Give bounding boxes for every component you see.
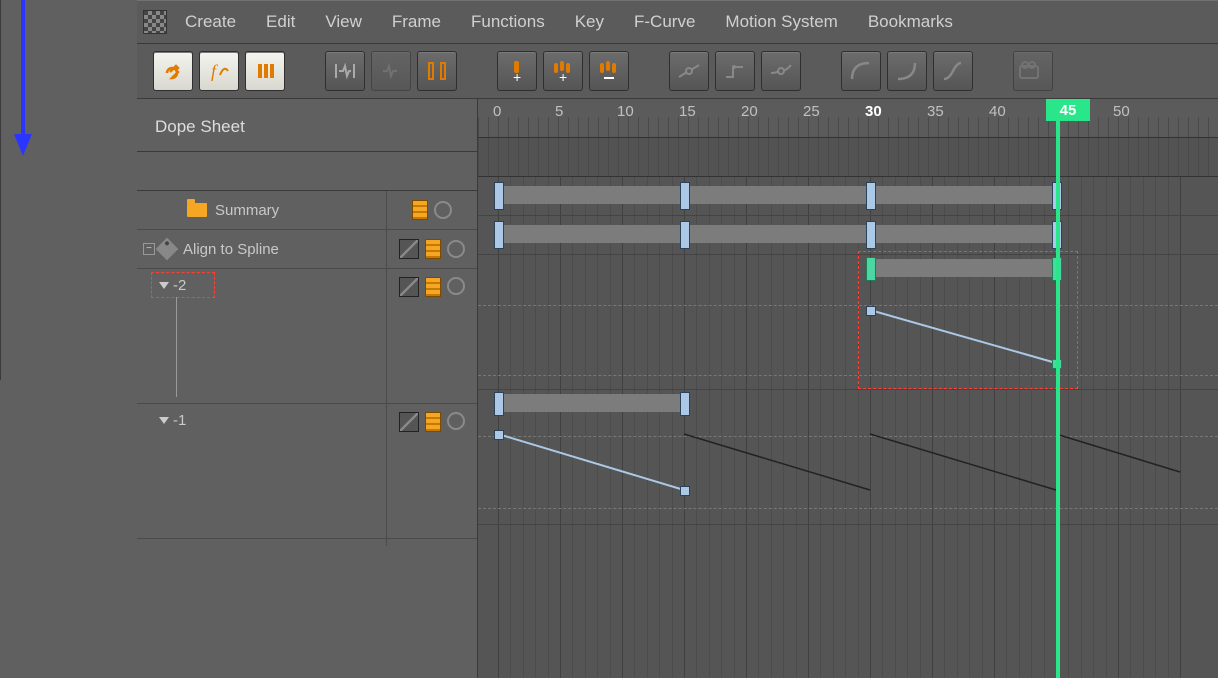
mute-icon[interactable] [399, 277, 419, 297]
hierarchy-panel: Dope Sheet Summary − [137, 99, 478, 678]
ruler-tick: 5 [555, 103, 563, 120]
menu-key[interactable]: Key [575, 12, 604, 32]
keyframe[interactable] [680, 182, 690, 210]
collapse-icon[interactable]: − [143, 243, 155, 255]
timeline-row[interactable] [478, 525, 1218, 678]
ruler-tick: 20 [741, 103, 758, 120]
keyframe[interactable] [866, 221, 876, 249]
tangent-step-button[interactable] [715, 51, 755, 91]
range-button[interactable] [417, 51, 457, 91]
axis-arrow-icon [8, 0, 38, 156]
record-icon[interactable] [447, 412, 465, 430]
panel-title: Dope Sheet [137, 99, 477, 151]
track-align-to-spline[interactable]: − Align to Spline [137, 230, 477, 269]
autoscroll-button[interactable] [325, 51, 365, 91]
film-icon[interactable] [425, 277, 441, 297]
svg-text:+: + [559, 69, 567, 83]
fcurve-mode-button[interactable]: f [199, 51, 239, 91]
ruler-tick: 30 [865, 103, 882, 120]
track-minus2[interactable]: -2 [137, 269, 477, 404]
tangent-linear-button[interactable] [669, 51, 709, 91]
remove-keys-button[interactable] [589, 51, 629, 91]
toolbar: f + + [137, 44, 1218, 99]
track-summary[interactable]: Summary [137, 191, 477, 230]
track-label: Summary [215, 202, 279, 219]
playhead[interactable]: 45 [1056, 99, 1060, 678]
keyframe[interactable] [494, 221, 504, 249]
svg-text:+: + [513, 69, 521, 83]
film-icon[interactable] [412, 200, 428, 220]
menu-bookmarks[interactable]: Bookmarks [868, 12, 953, 32]
track-label: -2 [173, 277, 186, 294]
ruler-tick: 35 [927, 103, 944, 120]
film-icon[interactable] [425, 239, 441, 259]
key-span[interactable] [498, 186, 1056, 204]
track-label: -1 [173, 412, 186, 429]
ruler-tick: 40 [989, 103, 1006, 120]
menu-frame[interactable]: Frame [392, 12, 441, 32]
menu-view[interactable]: View [325, 12, 362, 32]
mute-icon[interactable] [399, 239, 419, 259]
folder-icon [187, 203, 207, 217]
mute-icon[interactable] [399, 412, 419, 432]
curve-point[interactable] [680, 486, 690, 496]
ease-in-button[interactable] [887, 51, 927, 91]
chevron-down-icon[interactable] [159, 417, 169, 424]
menu-edit[interactable]: Edit [266, 12, 295, 32]
record-icon[interactable] [447, 277, 465, 295]
time-ruler[interactable]: 0 5 10 15 20 25 30 35 40 45 50 [478, 99, 1218, 138]
timeline-row[interactable] [478, 390, 1218, 525]
keyframe[interactable] [866, 182, 876, 210]
dope-sheet-panel: Create Edit View Frame Functions Key F-C… [137, 0, 1218, 678]
curve-point[interactable] [866, 306, 876, 316]
tangent-spline-button[interactable] [761, 51, 801, 91]
add-keys-button[interactable]: + [543, 51, 583, 91]
ruler-tick: 50 [1113, 103, 1130, 120]
ruler-tick: 25 [803, 103, 820, 120]
film-icon[interactable] [425, 412, 441, 432]
key-span[interactable] [498, 225, 1056, 243]
menu-fcurve[interactable]: F-Curve [634, 12, 695, 32]
record-icon[interactable] [447, 240, 465, 258]
timeline[interactable]: 0 5 10 15 20 25 30 35 40 45 50 45 [478, 99, 1218, 678]
keyframe[interactable] [494, 182, 504, 210]
menu-motion-system[interactable]: Motion System [725, 12, 837, 32]
menu-create[interactable]: Create [185, 12, 236, 32]
timeline-row[interactable] [478, 255, 1218, 390]
curve-point[interactable] [494, 430, 504, 440]
track-label: Align to Spline [183, 241, 279, 258]
ruler-tick: 0 [493, 103, 501, 120]
add-key-button[interactable]: + [497, 51, 537, 91]
record-icon[interactable] [434, 201, 452, 219]
app-checker-icon[interactable] [143, 10, 167, 34]
track-minus1[interactable]: -1 [137, 404, 477, 539]
timeline-row[interactable] [478, 177, 1218, 216]
playhead-label: 45 [1046, 99, 1090, 121]
left-margin [0, 0, 137, 678]
menu-functions[interactable]: Functions [471, 12, 545, 32]
motion-mode-button[interactable] [245, 51, 285, 91]
keyframe[interactable] [680, 221, 690, 249]
key-mode-button[interactable] [153, 51, 193, 91]
ruler-tick: 10 [617, 103, 634, 120]
ruler-tick: 15 [679, 103, 696, 120]
autoscroll-off-button[interactable] [371, 51, 411, 91]
ease-out-button[interactable] [841, 51, 881, 91]
timeline-row[interactable] [478, 216, 1218, 255]
menu-bar: Create Edit View Frame Functions Key F-C… [137, 0, 1218, 44]
svg-text:f: f [211, 61, 219, 81]
chevron-down-icon[interactable] [159, 282, 169, 289]
tag-icon [156, 238, 179, 261]
ease-button[interactable] [933, 51, 973, 91]
camera-button[interactable] [1013, 51, 1053, 91]
track-area[interactable] [478, 177, 1218, 678]
